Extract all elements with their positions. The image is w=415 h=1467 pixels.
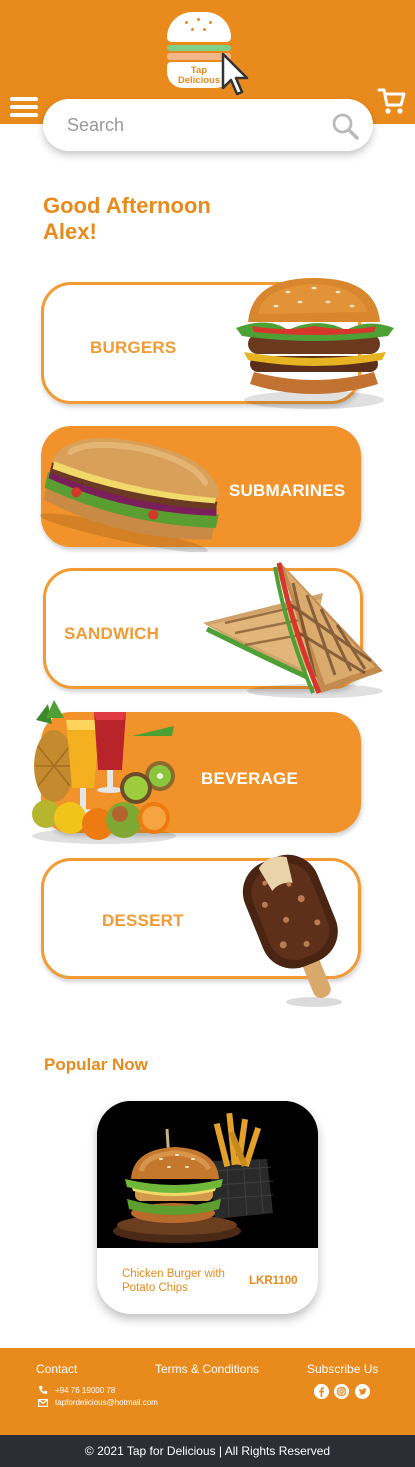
logo-bun-top	[167, 12, 231, 42]
product-name: Chicken Burger with Potato Chips	[122, 1268, 225, 1294]
footer-contact-heading: Contact	[36, 1362, 78, 1376]
greeting-text: Good Afternoon Alex!	[43, 193, 263, 245]
submarine-sandwich-image	[39, 438, 221, 552]
product-price: LKR1100	[249, 1275, 298, 1287]
footer-phone[interactable]: +94 76 19000 78	[38, 1385, 115, 1395]
twitter-icon[interactable]	[355, 1384, 370, 1399]
chicken-burger-photo	[97, 1101, 318, 1248]
footer-email[interactable]: tapfordelicious@hotmail.com	[38, 1398, 158, 1407]
burger-image	[236, 278, 394, 409]
footer-terms-link[interactable]: Terms & Conditions	[155, 1362, 259, 1376]
hamburger-menu-icon[interactable]	[10, 97, 38, 117]
site-footer: Contact +94 76 19000 78 tapfordelicious@…	[0, 1348, 415, 1435]
category-label-beverage: BEVERAGE	[201, 769, 299, 788]
copyright-bar: © 2021 Tap for Delicious | All Rights Re…	[0, 1435, 415, 1467]
category-label-dessert: DESSERT	[102, 911, 184, 930]
facebook-icon[interactable]	[314, 1384, 329, 1399]
footer-phone-text: +94 76 19000 78	[55, 1385, 116, 1395]
category-label-sandwich: SANDWICH	[64, 624, 160, 643]
popular-product-card[interactable]: Chicken Burger with Potato Chips LKR1100	[97, 1101, 318, 1314]
popular-now-title: Popular Now	[44, 1055, 148, 1074]
category-label-burgers: BURGERS	[90, 338, 177, 357]
sandwich-image	[203, 561, 383, 698]
ice-cream-bar-image	[242, 854, 342, 1007]
instagram-icon[interactable]	[334, 1384, 349, 1399]
search-input[interactable]	[67, 109, 317, 141]
phone-icon	[38, 1386, 48, 1395]
footer-subscribe-heading: Subscribe Us	[307, 1362, 379, 1376]
search-bar	[43, 99, 373, 151]
cursor-pointer-icon	[221, 52, 249, 96]
greeting-user-name: Alex!	[43, 219, 97, 244]
greeting-line-1: Good Afternoon	[43, 193, 211, 218]
tap-delicious-logo[interactable]: Tap Delicious	[163, 8, 253, 98]
category-label-submarines: SUBMARINES	[229, 481, 346, 500]
email-icon	[38, 1398, 48, 1407]
beverage-fruits-image	[32, 700, 176, 844]
shopping-cart-icon[interactable]	[377, 86, 407, 116]
footer-email-text: tapfordelicious@hotmail.com	[55, 1398, 158, 1407]
search-icon[interactable]	[331, 112, 359, 140]
